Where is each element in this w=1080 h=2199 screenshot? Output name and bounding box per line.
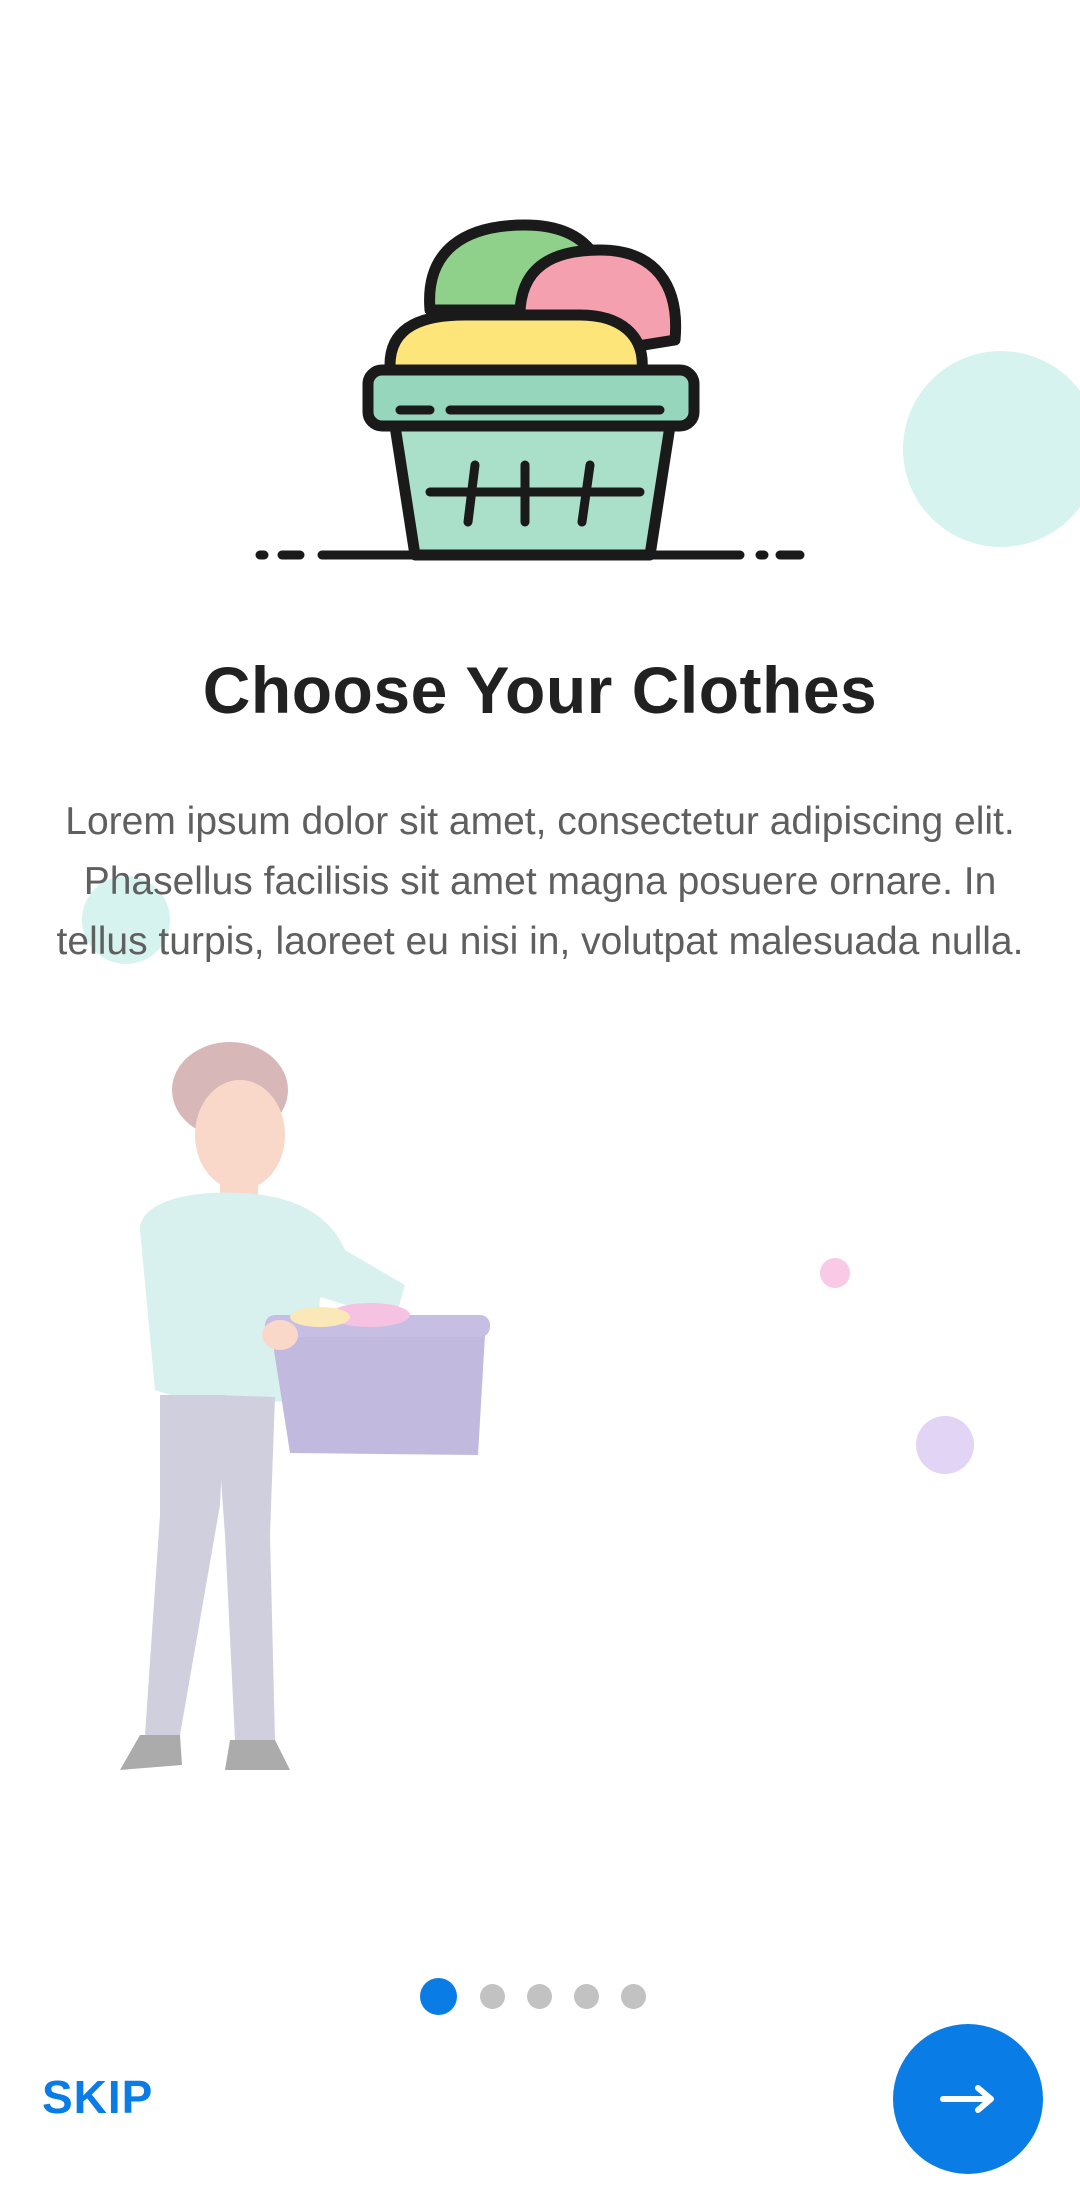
arrow-right-icon (940, 2085, 994, 2113)
next-button[interactable] (893, 2024, 1043, 2174)
decorative-bubble (903, 351, 1080, 547)
page-dot[interactable] (574, 1984, 599, 2009)
page-dot[interactable] (527, 1984, 552, 2009)
decorative-bubble (820, 1258, 850, 1288)
page-dot[interactable] (480, 1984, 505, 2009)
skip-button[interactable]: SKIP (42, 2070, 153, 2124)
page-title: Choose Your Clothes (202, 653, 878, 727)
page-dot-active[interactable] (420, 1978, 457, 2015)
person-carrying-basket-illustration (120, 1042, 490, 1770)
page-dot[interactable] (621, 1984, 646, 2009)
laundry-basket-icon (255, 219, 805, 561)
page-indicator (0, 1976, 1080, 2016)
page-description: Lorem ipsum dolor sit amet, consectetur … (56, 800, 1024, 963)
decorative-bubble (916, 1416, 974, 1474)
